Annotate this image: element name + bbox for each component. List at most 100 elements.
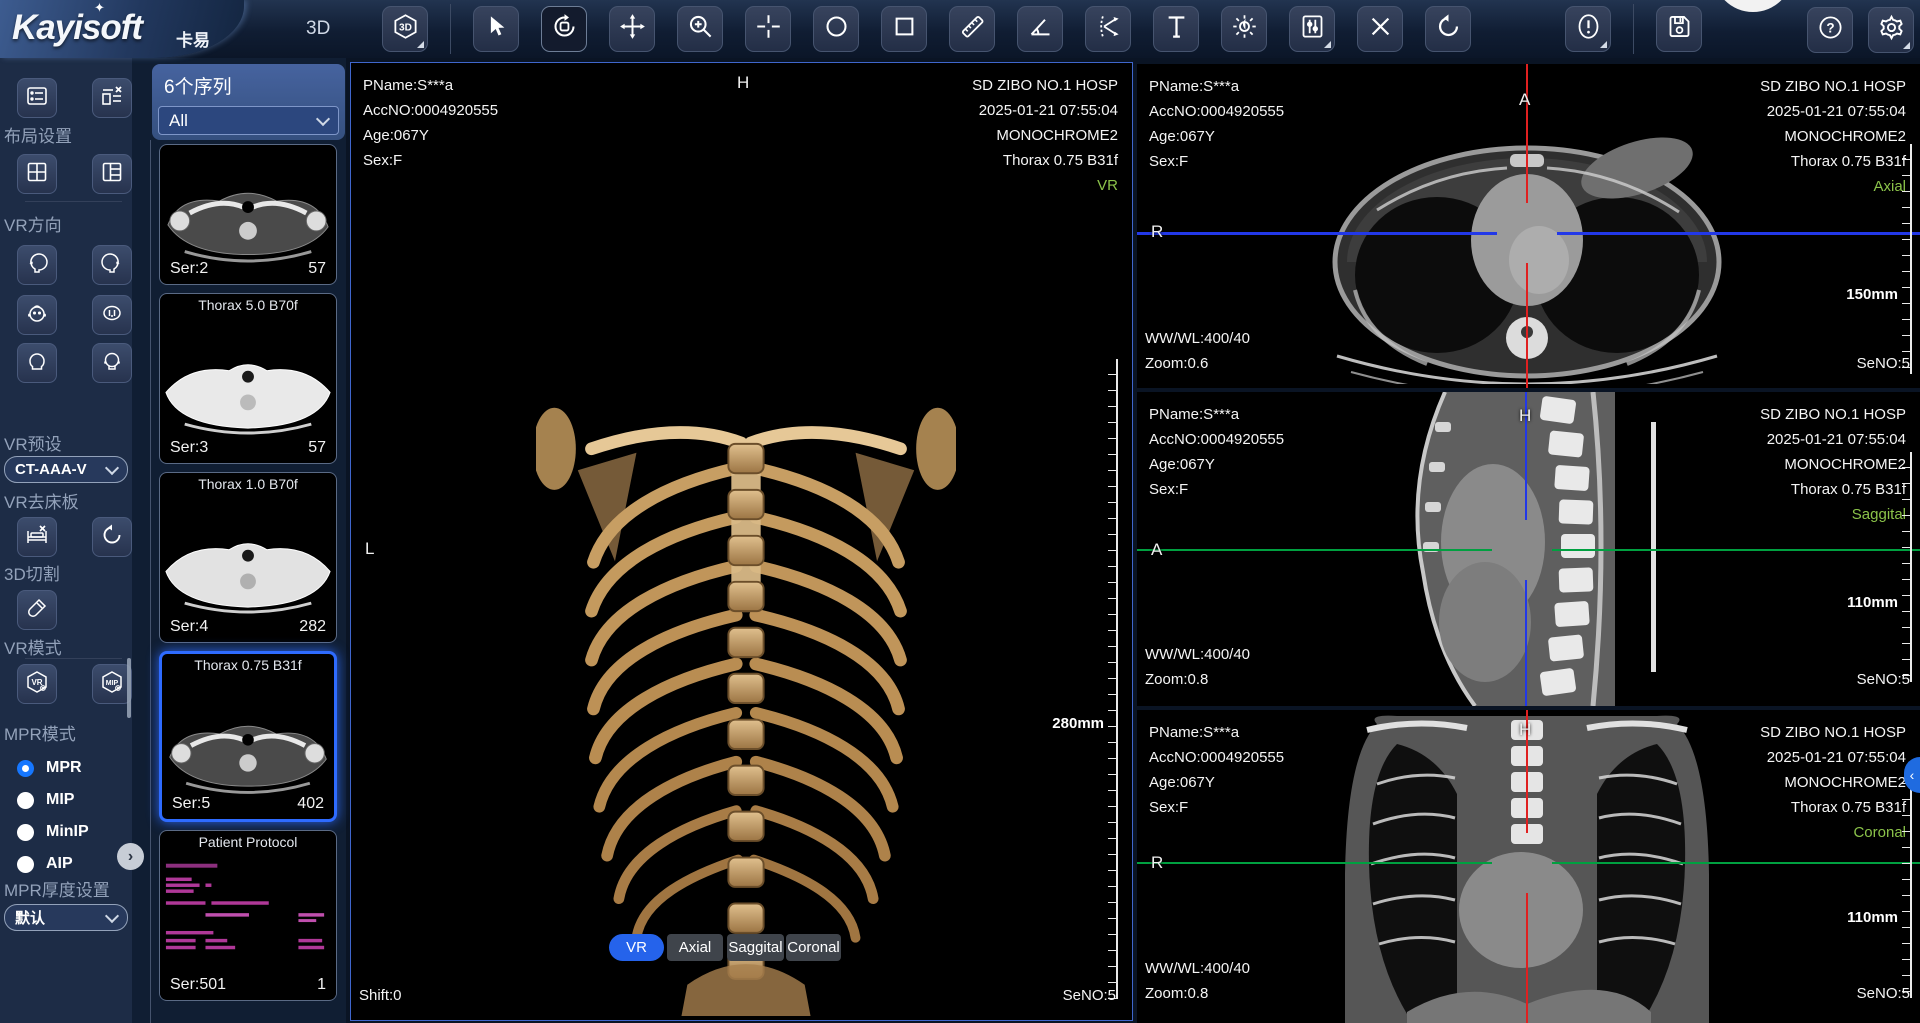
patient-accno: AccNO:0004920555 — [1149, 427, 1284, 452]
coronal-viewport[interactable]: PName:S***a AccNO:0004920555 Age:067Y Se… — [1137, 710, 1920, 1023]
vr-head-back-button[interactable] — [92, 343, 132, 383]
layout-close-button[interactable] — [92, 78, 132, 118]
tool-text-button[interactable] — [1153, 6, 1199, 52]
orientation-marker-left: R — [1151, 853, 1163, 873]
patient-sex: Sex:F — [1149, 477, 1284, 502]
layout-split-button[interactable] — [92, 154, 132, 194]
cursor-icon — [483, 13, 510, 45]
radio-minip-label[interactable]: MinIP — [46, 823, 89, 841]
radio-aip-label[interactable]: AIP — [46, 855, 73, 873]
reset-icon — [100, 523, 124, 552]
tool-delete-button[interactable] — [1357, 6, 1403, 52]
bed-remove-icon — [25, 523, 49, 552]
series-thumbnail[interactable]: Thorax 5.0 B70f Ser:3 57 — [159, 293, 337, 464]
tool-rotate-3d-button[interactable] — [541, 6, 587, 52]
vr-preset-label: VR预设 — [4, 430, 62, 455]
series-thumbnail[interactable]: Thorax 1.0 B70f Ser:4 282 — [159, 472, 337, 643]
crosshair-horizontal-green[interactable] — [1137, 862, 1492, 864]
series-filter-select[interactable]: All — [158, 106, 339, 135]
radio-minip[interactable] — [17, 824, 34, 841]
chevron-down-icon — [105, 908, 119, 922]
study-info-overlay: SD ZIBO NO.1 HOSP 2025-01-21 07:55:04 MO… — [1760, 402, 1906, 527]
bed-reset-button[interactable] — [92, 517, 132, 557]
crosshair-vertical-red[interactable] — [1526, 893, 1528, 1023]
vr-head-right-button[interactable] — [92, 245, 132, 285]
mip-render-button[interactable]: MIP — [92, 664, 132, 704]
window-level-icon — [1299, 13, 1326, 45]
image-count: 57 — [308, 260, 326, 278]
tool-rectangle-button[interactable] — [881, 6, 927, 52]
crosshair-horizontal-green[interactable] — [1137, 549, 1492, 551]
user-avatar[interactable] — [1713, 0, 1793, 12]
mode-button-axial[interactable]: Axial — [667, 934, 723, 961]
head-left-icon — [25, 251, 49, 280]
vr-head-front-button[interactable] — [17, 343, 57, 383]
scalpel-button[interactable] — [17, 590, 57, 630]
series-scrollbar-track[interactable] — [150, 140, 151, 1023]
tool-crosshair-button[interactable] — [745, 6, 791, 52]
vr-skeleton-render — [536, 351, 956, 1016]
image-count: 57 — [308, 439, 326, 457]
tool-reset-button[interactable] — [1425, 6, 1471, 52]
crosshair-horizontal-green[interactable] — [1552, 549, 1920, 551]
tool-window-level-button[interactable] — [1289, 6, 1335, 52]
sagittal-viewport[interactable]: PName:S***a AccNO:0004920555 Age:067Y Se… — [1137, 392, 1920, 706]
tool-ellipse-button[interactable] — [813, 6, 859, 52]
crosshair-horizontal-blue[interactable] — [1557, 232, 1920, 235]
tool-3d-layout-button[interactable]: 3D — [382, 6, 428, 52]
top-toolbar: Kayisoft ✦ 卡易 3D 3D — [0, 0, 1920, 58]
radio-aip[interactable] — [17, 856, 34, 873]
vr-render-button[interactable]: VR — [17, 664, 57, 704]
layout-list-button[interactable] — [17, 78, 57, 118]
tool-cobb-angle-button[interactable] — [1085, 6, 1131, 52]
tool-pan-button[interactable] — [609, 6, 655, 52]
series-thumbnail[interactable]: Patient Protocol Ser:501 1 — [159, 830, 337, 1001]
crosshair-vertical-blue[interactable] — [1525, 580, 1527, 706]
reset-icon — [1435, 13, 1462, 45]
tool-save-button[interactable] — [1656, 6, 1702, 52]
series-title: Thorax 5.0 B70f — [160, 297, 336, 313]
series-number: Ser:501 — [170, 976, 226, 994]
scale-label: 110mm — [1847, 594, 1898, 611]
tool-alert-button[interactable] — [1565, 6, 1611, 52]
series-description: Thorax 0.75 B31f — [1760, 795, 1906, 820]
series-no-label: SeNO:5 — [1063, 987, 1116, 1004]
tool-angle-button[interactable] — [1017, 6, 1063, 52]
mode-button-sagittal[interactable]: Saggital — [727, 934, 784, 961]
orientation-marker-top: A — [1519, 90, 1530, 110]
vr-head-bottom-button[interactable] — [92, 295, 132, 335]
app-window: Kayisoft ✦ 卡易 3D 3D — [0, 0, 1920, 1023]
view-type-label: Saggital — [1760, 502, 1906, 527]
radio-mpr[interactable] — [17, 760, 34, 777]
settings-button[interactable] — [1868, 7, 1914, 53]
vr-head-top-button[interactable] — [17, 295, 57, 335]
series-thumbnail-selected[interactable]: Thorax 0.75 B31f Ser:5 402 — [159, 651, 337, 822]
remove-bed-button[interactable] — [17, 517, 57, 557]
axial-viewport[interactable]: PName:S***a AccNO:0004920555 Age:067Y Se… — [1137, 64, 1920, 388]
tool-cursor-button[interactable] — [473, 6, 519, 52]
radio-mpr-label[interactable]: MPR — [46, 759, 82, 777]
series-thumbnail[interactable]: Ser:2 57 — [159, 144, 337, 285]
tool-ruler-button[interactable] — [949, 6, 995, 52]
series-panel-collapse-button[interactable]: › — [117, 843, 144, 870]
crosshair-vertical-red[interactable] — [1526, 263, 1528, 388]
mpr-thickness-select[interactable]: 默认 — [4, 904, 128, 931]
mode-button-coronal[interactable]: Coronal — [786, 934, 841, 961]
radio-mip[interactable] — [17, 792, 34, 809]
radio-mip-label[interactable]: MIP — [46, 791, 74, 809]
vr-viewport[interactable]: PName:S***a AccNO:0004920555 Age:067Y Se… — [350, 62, 1133, 1021]
tool-zoom-button[interactable] — [677, 6, 723, 52]
mode-button-vr[interactable]: VR — [609, 934, 664, 961]
crosshair-vertical-red[interactable] — [1526, 64, 1528, 203]
crosshair-horizontal-green[interactable] — [1552, 862, 1920, 864]
vr-preset-select[interactable]: CT-AAA-V — [4, 456, 128, 483]
tool-brightness-button[interactable] — [1221, 6, 1267, 52]
patient-info-overlay: PName:S***a AccNO:0004920555 Age:067Y Se… — [1149, 402, 1284, 502]
layout-grid-button[interactable] — [17, 154, 57, 194]
vr-head-left-button[interactable] — [17, 245, 57, 285]
layout-close-icon — [100, 84, 124, 113]
series-count-label: 6个序列 — [164, 72, 232, 99]
help-button[interactable]: ? — [1807, 7, 1853, 53]
sidebar-scrollbar-thumb[interactable] — [127, 658, 131, 718]
crosshair-horizontal-blue[interactable] — [1137, 232, 1497, 235]
